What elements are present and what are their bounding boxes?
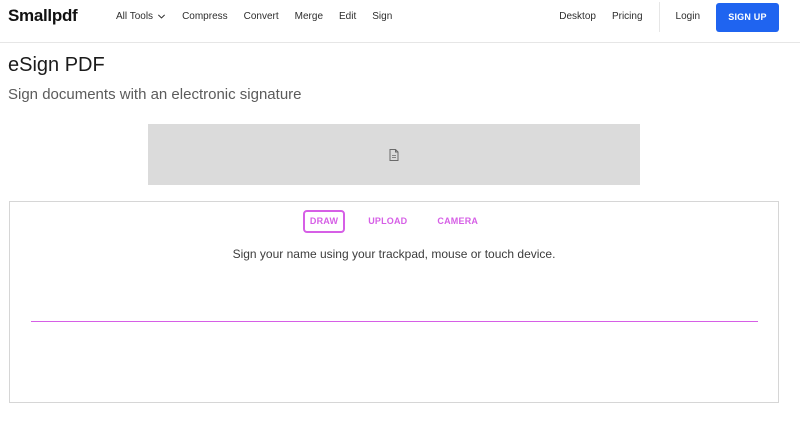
tab-camera[interactable]: CAMERA <box>430 210 485 233</box>
document-icon <box>389 148 399 161</box>
nav-all-tools-label: All Tools <box>116 11 154 22</box>
signature-draw-line[interactable] <box>31 321 758 322</box>
chevron-down-icon <box>158 14 166 19</box>
top-navigation-bar: Smallpdf All Tools Compress Convert Merg… <box>0 0 800 43</box>
main-nav: All Tools Compress Convert Merge Edit Si… <box>116 0 408 33</box>
signature-tabs: DRAW UPLOAD CAMERA <box>10 210 778 233</box>
tab-draw[interactable]: DRAW <box>302 210 346 233</box>
login-link[interactable]: Login <box>676 11 700 22</box>
signature-instructions: Sign your name using your trackpad, mous… <box>232 247 556 261</box>
signature-panel: DRAW UPLOAD CAMERA Sign your name using … <box>9 201 779 403</box>
nav-pricing[interactable]: Pricing <box>612 11 643 22</box>
nav-edit[interactable]: Edit <box>339 11 356 22</box>
account-nav: Desktop Pricing Login SIGN UP <box>559 0 800 33</box>
nav-all-tools[interactable]: All Tools <box>116 11 166 22</box>
smallpdf-logo[interactable]: Smallpdf <box>8 6 78 26</box>
nav-compress[interactable]: Compress <box>182 11 228 22</box>
nav-sign[interactable]: Sign <box>372 11 392 22</box>
nav-desktop[interactable]: Desktop <box>559 11 596 22</box>
nav-divider <box>658 1 660 32</box>
page-title: eSign PDF <box>8 54 105 76</box>
signup-button[interactable]: SIGN UP <box>716 2 779 32</box>
nav-convert[interactable]: Convert <box>244 11 279 22</box>
tab-upload[interactable]: UPLOAD <box>361 210 414 233</box>
document-placeholder <box>148 124 640 185</box>
page-subtitle: Sign documents with an electronic signat… <box>8 86 302 103</box>
nav-merge[interactable]: Merge <box>295 11 323 22</box>
